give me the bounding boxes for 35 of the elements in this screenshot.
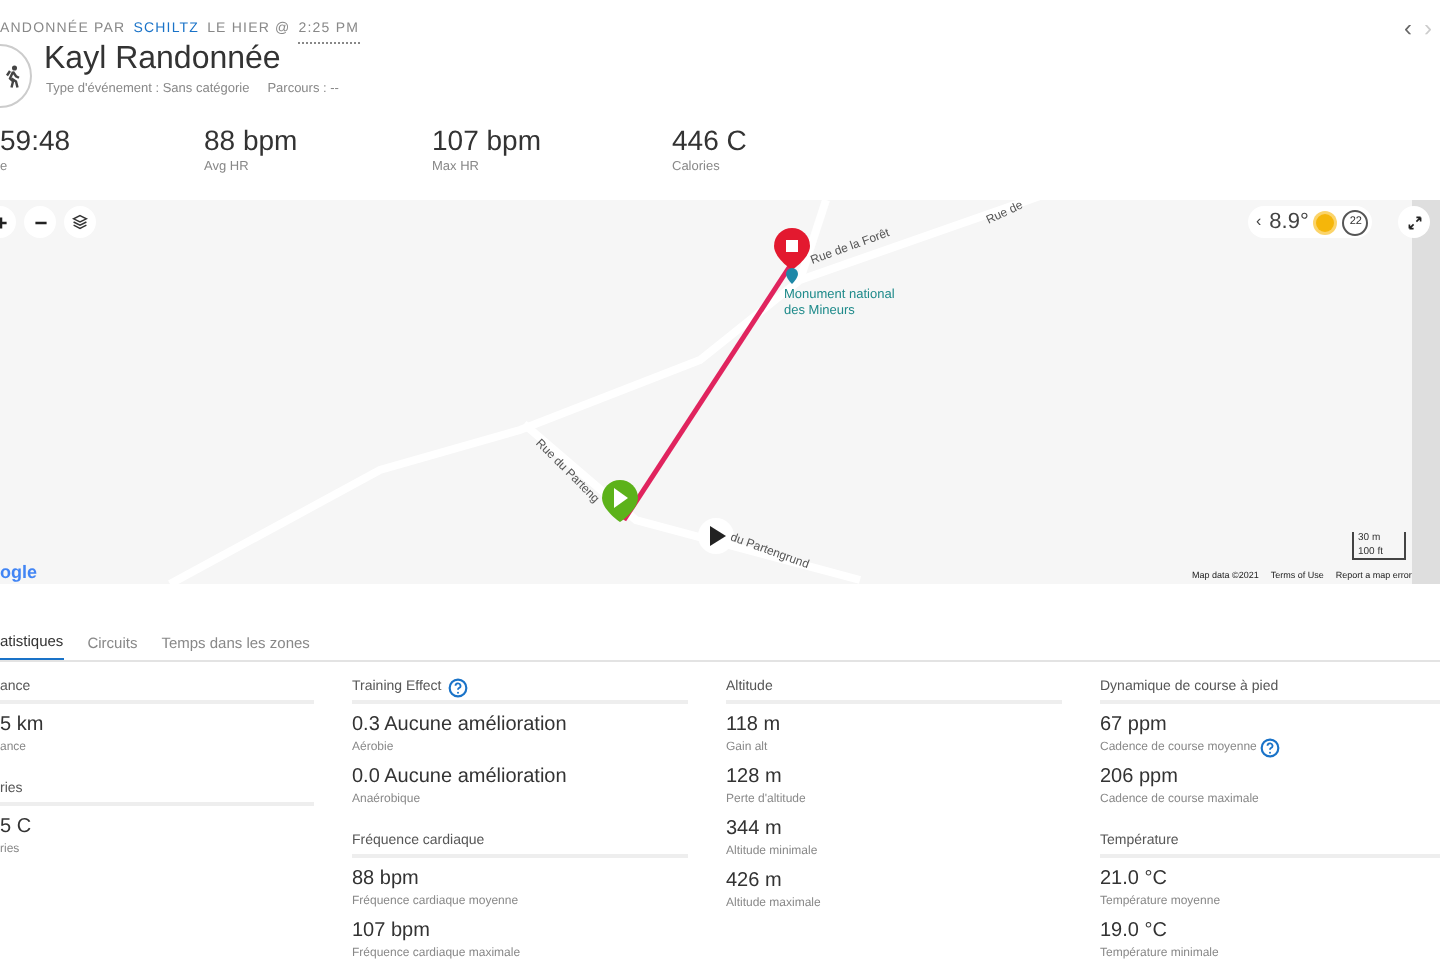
map-logo: ogle	[0, 562, 38, 582]
help-icon[interactable]	[447, 678, 468, 698]
poi-marker-icon	[786, 268, 798, 284]
stat-value: 5 km	[0, 712, 46, 738]
activity-title: Kayl Randonnée	[44, 40, 281, 80]
stat-value: 426 m	[726, 868, 784, 894]
layers-button[interactable]	[64, 206, 96, 238]
stat-value: 21.0 °C	[1100, 866, 1169, 892]
layers-icon	[72, 214, 88, 230]
stat-value: 0.3 Aucune amélioration	[352, 712, 569, 738]
fullscreen-button[interactable]	[1398, 206, 1430, 238]
zoom-out-button[interactable]	[24, 206, 56, 238]
start-marker	[602, 480, 638, 522]
summary-value: 107 bpm	[432, 122, 541, 158]
stat-value: 19.0 °C	[1100, 918, 1169, 944]
temperature-text: 8.9°	[1269, 207, 1309, 238]
back-text: ‹	[1256, 210, 1262, 234]
stat-value: 118 m	[726, 712, 783, 738]
expand-icon	[1407, 215, 1421, 229]
stat-value: 344 m	[726, 816, 784, 842]
summary-value: 446 C	[672, 122, 747, 158]
stat-value: 67 ppm	[1100, 712, 1169, 738]
summary-value: 59:48	[0, 122, 71, 158]
summary-value: 88 bpm	[204, 122, 298, 158]
previous-button[interactable]: ‹	[1404, 16, 1412, 40]
help-icon[interactable]	[1260, 737, 1281, 757]
stat-value: 206 ppm	[1100, 764, 1180, 790]
end-marker	[774, 228, 810, 270]
stat-value: 88 bpm	[352, 866, 421, 892]
stat-value: 5 C	[0, 814, 34, 840]
sun-icon	[1316, 213, 1335, 231]
stat-value: 107 bpm	[352, 918, 432, 944]
play-button[interactable]	[698, 518, 734, 554]
stat-value: 0.0 Aucune amélioration	[352, 764, 569, 790]
stat-value: 128 m	[726, 764, 784, 790]
